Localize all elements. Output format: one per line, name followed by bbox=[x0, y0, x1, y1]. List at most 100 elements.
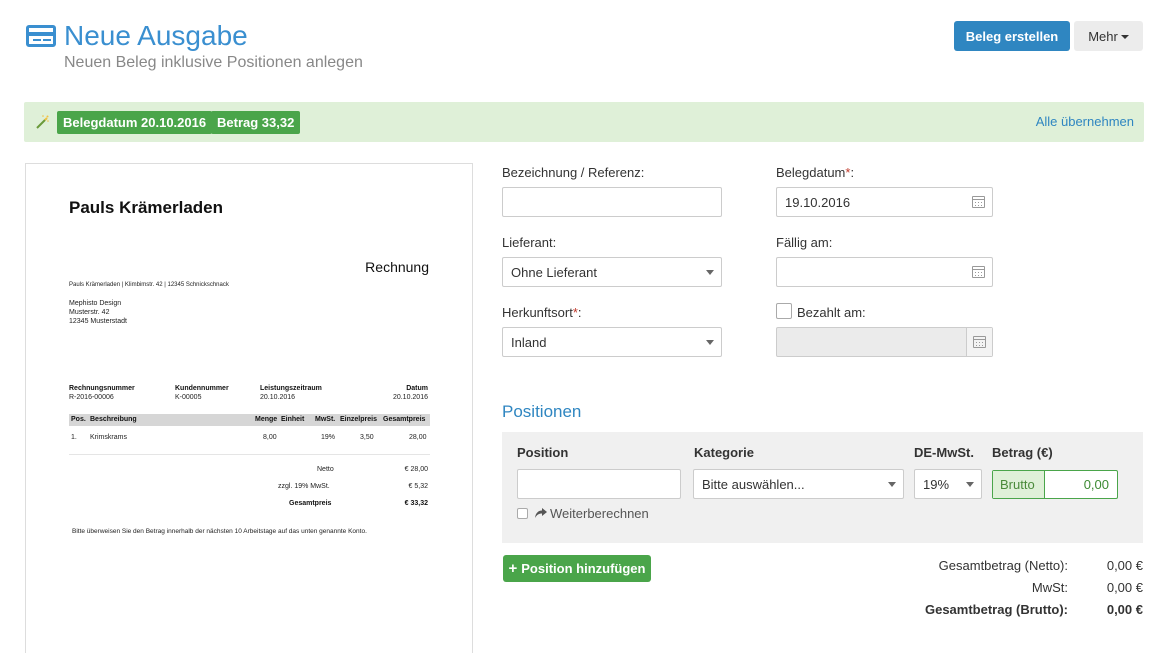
recalculate-option[interactable]: Weiterberechnen bbox=[517, 506, 649, 521]
amount-suggestion-badge[interactable]: Betrag 33,32 bbox=[211, 111, 301, 134]
category-column-header: Kategorie bbox=[694, 445, 754, 460]
label-colon: : bbox=[577, 305, 582, 320]
net-total-value: 0,00 € bbox=[1106, 558, 1143, 573]
receipt-date-label: Belegdatum*: bbox=[776, 165, 854, 180]
doc-total-label: Gesamtpreis bbox=[289, 500, 332, 507]
doc-table-header-cell: Einheit bbox=[281, 416, 305, 423]
caret-down-icon bbox=[1120, 35, 1129, 40]
paid-date-label: Bezahlt am: bbox=[797, 305, 866, 320]
supplier-select-value: Ohne Lieferant bbox=[511, 265, 598, 280]
caret-down-icon bbox=[706, 270, 714, 275]
tax-column-header: DE-MwSt. bbox=[914, 445, 974, 460]
receipt-date-label-text: Belegdatum bbox=[776, 165, 846, 180]
document-preview[interactable]: Pauls Krämerladen Rechnung Pauls Krämerl… bbox=[25, 163, 473, 653]
doc-total-value: € 33,32 bbox=[404, 500, 428, 507]
tax-total-value: 0,00 € bbox=[1106, 580, 1143, 595]
recalculate-checkbox[interactable] bbox=[517, 508, 528, 519]
doc-meta-value: 20.10.2016 bbox=[260, 394, 296, 401]
amount-column-header: Betrag (€) bbox=[992, 445, 1053, 460]
doc-sender-line: Pauls Krämerladen | Klimbimstr. 42 | 123… bbox=[69, 282, 229, 288]
origin-select[interactable]: Inland bbox=[502, 327, 722, 357]
doc-netto-value: € 28,00 bbox=[404, 466, 428, 473]
due-date-label: Fällig am: bbox=[776, 235, 833, 250]
doc-table-cell: 28,00 bbox=[409, 434, 427, 441]
page-title: Neue Ausgabe bbox=[64, 20, 248, 51]
tax-rate-value: 19% bbox=[923, 477, 950, 492]
caret-down-icon bbox=[888, 482, 896, 487]
due-date-input[interactable] bbox=[776, 257, 993, 287]
caret-down-icon bbox=[966, 482, 974, 487]
paid-checkbox[interactable] bbox=[776, 303, 792, 319]
doc-recipient-line: Musterstr. 42 bbox=[69, 309, 110, 316]
add-position-label: Position hinzufügen bbox=[521, 561, 646, 576]
date-suggestion-badge[interactable]: Belegdatum 20.10.2016 bbox=[57, 111, 213, 134]
category-select-value: Bitte auswählen... bbox=[702, 477, 805, 492]
origin-label-text: Herkunftsort bbox=[502, 305, 573, 320]
doc-meta-header: Kundennummer bbox=[175, 385, 229, 392]
doc-company-name: Pauls Krämerladen bbox=[69, 198, 224, 217]
more-dropdown-button[interactable]: Mehr bbox=[1074, 21, 1143, 51]
net-total-label: Gesamtbetrag (Netto): bbox=[938, 558, 1068, 573]
page-subtitle: Neuen Beleg inklusive Positionen anlegen bbox=[64, 54, 363, 71]
doc-meta-value: R-2016-00006 bbox=[69, 394, 114, 401]
doc-recipient-line: Mephisto Design bbox=[69, 300, 122, 307]
gross-total-value: 0,00 € bbox=[1106, 602, 1143, 617]
receipt-date-input[interactable]: 19.10.2016 bbox=[776, 187, 993, 217]
doc-table-header-cell: MwSt. bbox=[315, 416, 336, 423]
share-arrow-icon bbox=[535, 508, 547, 518]
supplier-label: Lieferant: bbox=[502, 235, 557, 250]
doc-recipient-line: 12345 Musterstadt bbox=[69, 318, 127, 325]
more-button-label: Mehr bbox=[1088, 28, 1118, 44]
suggestion-bar: Belegdatum 20.10.2016 Betrag 33,32 Alle … bbox=[24, 102, 1144, 142]
reference-input[interactable] bbox=[502, 187, 722, 217]
supplier-select[interactable]: Ohne Lieferant bbox=[502, 257, 722, 287]
apply-all-link[interactable]: Alle übernehmen bbox=[1036, 114, 1134, 129]
doc-table-header-cell: Einzelpreis bbox=[340, 416, 377, 423]
doc-meta-header: Rechnungsnummer bbox=[69, 385, 135, 392]
doc-table-cell: 19% bbox=[321, 434, 336, 441]
label-colon: : bbox=[850, 165, 855, 180]
category-select[interactable]: Bitte auswählen... bbox=[693, 469, 904, 499]
doc-netto-label: Netto bbox=[317, 466, 334, 473]
doc-table-header-cell: Menge bbox=[255, 416, 278, 423]
doc-table-cell: 8,00 bbox=[263, 434, 277, 441]
calendar-icon bbox=[973, 336, 986, 348]
doc-invoice-title: Rechnung bbox=[365, 259, 429, 275]
credit-card-icon bbox=[26, 25, 56, 47]
caret-down-icon bbox=[706, 340, 714, 345]
doc-table-cell: 3,50 bbox=[360, 434, 374, 441]
doc-tax-value: € 5,32 bbox=[408, 483, 428, 490]
tax-total-label: MwSt: bbox=[1031, 580, 1068, 595]
doc-divider bbox=[69, 454, 430, 455]
plus-icon: + bbox=[508, 560, 518, 577]
calendar-icon[interactable] bbox=[972, 266, 985, 278]
amount-input[interactable]: 0,00 bbox=[1084, 477, 1109, 492]
create-receipt-button[interactable]: Beleg erstellen bbox=[954, 21, 1070, 51]
doc-meta-value: K-00005 bbox=[175, 394, 202, 401]
recalculate-label: Weiterberechnen bbox=[550, 506, 649, 521]
brutto-toggle[interactable]: Brutto bbox=[993, 471, 1045, 498]
receipt-date-value: 19.10.2016 bbox=[785, 195, 851, 210]
doc-table-cell: 1. bbox=[71, 434, 77, 441]
doc-tax-label: zzgl. 19% MwSt. bbox=[278, 483, 330, 490]
positions-panel: Position Kategorie DE-MwSt. Betrag (€) B… bbox=[502, 432, 1143, 543]
magic-wand-icon bbox=[36, 115, 49, 129]
calendar-addon bbox=[966, 328, 992, 356]
doc-meta-value: 20.10.2016 bbox=[392, 394, 428, 401]
calendar-icon[interactable] bbox=[972, 196, 985, 208]
origin-label: Herkunftsort*: bbox=[502, 305, 582, 320]
doc-table-cell: Krimskrams bbox=[90, 434, 127, 441]
gross-total-label: Gesamtbetrag (Brutto): bbox=[924, 602, 1068, 617]
positions-title: Positionen bbox=[502, 402, 582, 421]
doc-table-header-cell: Pos. bbox=[71, 416, 86, 423]
doc-meta-header: Datum bbox=[406, 385, 428, 392]
origin-select-value: Inland bbox=[511, 335, 547, 350]
position-input[interactable] bbox=[517, 469, 681, 499]
add-position-button[interactable]: + Position hinzufügen bbox=[503, 555, 651, 582]
doc-table-header: Pos. Beschreibung Menge Einheit MwSt. Ei… bbox=[69, 414, 430, 426]
amount-input-group[interactable]: Brutto 0,00 bbox=[992, 470, 1118, 499]
doc-meta-header: Leistungszeitraum bbox=[260, 385, 322, 392]
doc-payment-note: Bitte überweisen Sie den Betrag innerhal… bbox=[72, 528, 367, 535]
doc-table-header-cell: Gesamtpreis bbox=[383, 416, 426, 423]
tax-rate-select[interactable]: 19% bbox=[914, 469, 982, 499]
